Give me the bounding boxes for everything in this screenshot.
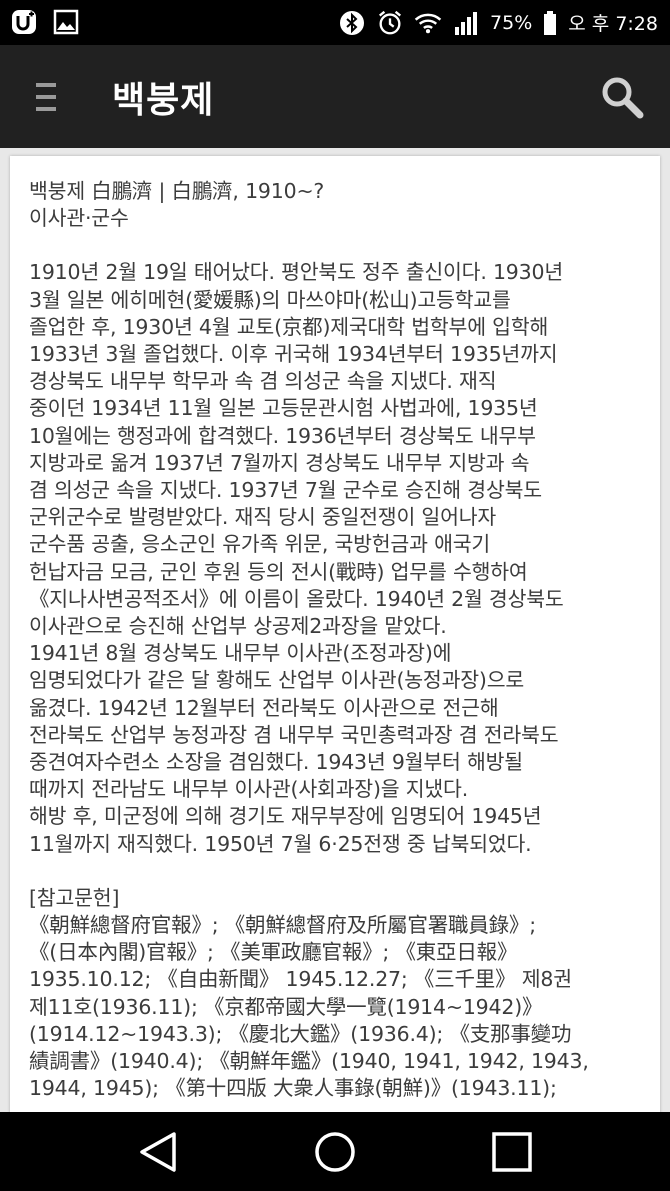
battery-percent: 75% (490, 11, 533, 34)
clock: 오 후 7:28 (568, 13, 658, 35)
app-bar: 백붕제 (0, 45, 670, 148)
article-body: 1910년 2월 19일 태어났다. 평안북도 정주 출신이다. 1930년 3… (29, 260, 564, 856)
article-heading: 백붕제 白鵬濟 | 白鵬濟, 1910~? (29, 179, 325, 203)
article-card: 백붕제 白鵬濟 | 白鵬濟, 1910~? 이사관·군수 1910년 2월 19… (10, 156, 660, 1112)
page-title: 백붕제 (112, 80, 215, 121)
article: 백붕제 白鵬濟 | 白鵬濟, 1910~? 이사관·군수 1910년 2월 19… (29, 178, 649, 1103)
gallery-icon (52, 8, 80, 36)
bluetooth-icon (338, 9, 366, 37)
references-title: [참고문헌] (29, 885, 120, 910)
back-icon[interactable] (136, 1130, 180, 1174)
battery-icon (542, 9, 558, 37)
recents-icon[interactable] (490, 1130, 534, 1174)
wifi-icon (414, 9, 442, 37)
status-bar: 75% 오 후 7:28 (0, 0, 670, 45)
navigation-bar (0, 1112, 670, 1191)
u-plus-icon (10, 8, 38, 36)
article-subheading: 이사관·군수 (29, 206, 129, 231)
menu-icon[interactable] (36, 83, 56, 111)
references-list: 《朝鮮總督府官報》; 《朝鮮總督府及所屬官署職員錄》; 《(日本內閣)官報》; … (29, 913, 589, 1101)
home-icon[interactable] (313, 1130, 357, 1174)
signal-icon (452, 9, 480, 37)
content-area[interactable]: 백붕제 白鵬濟 | 白鵬濟, 1910~? 이사관·군수 1910년 2월 19… (0, 148, 670, 1112)
alarm-icon (376, 9, 404, 37)
search-icon[interactable] (600, 75, 644, 119)
